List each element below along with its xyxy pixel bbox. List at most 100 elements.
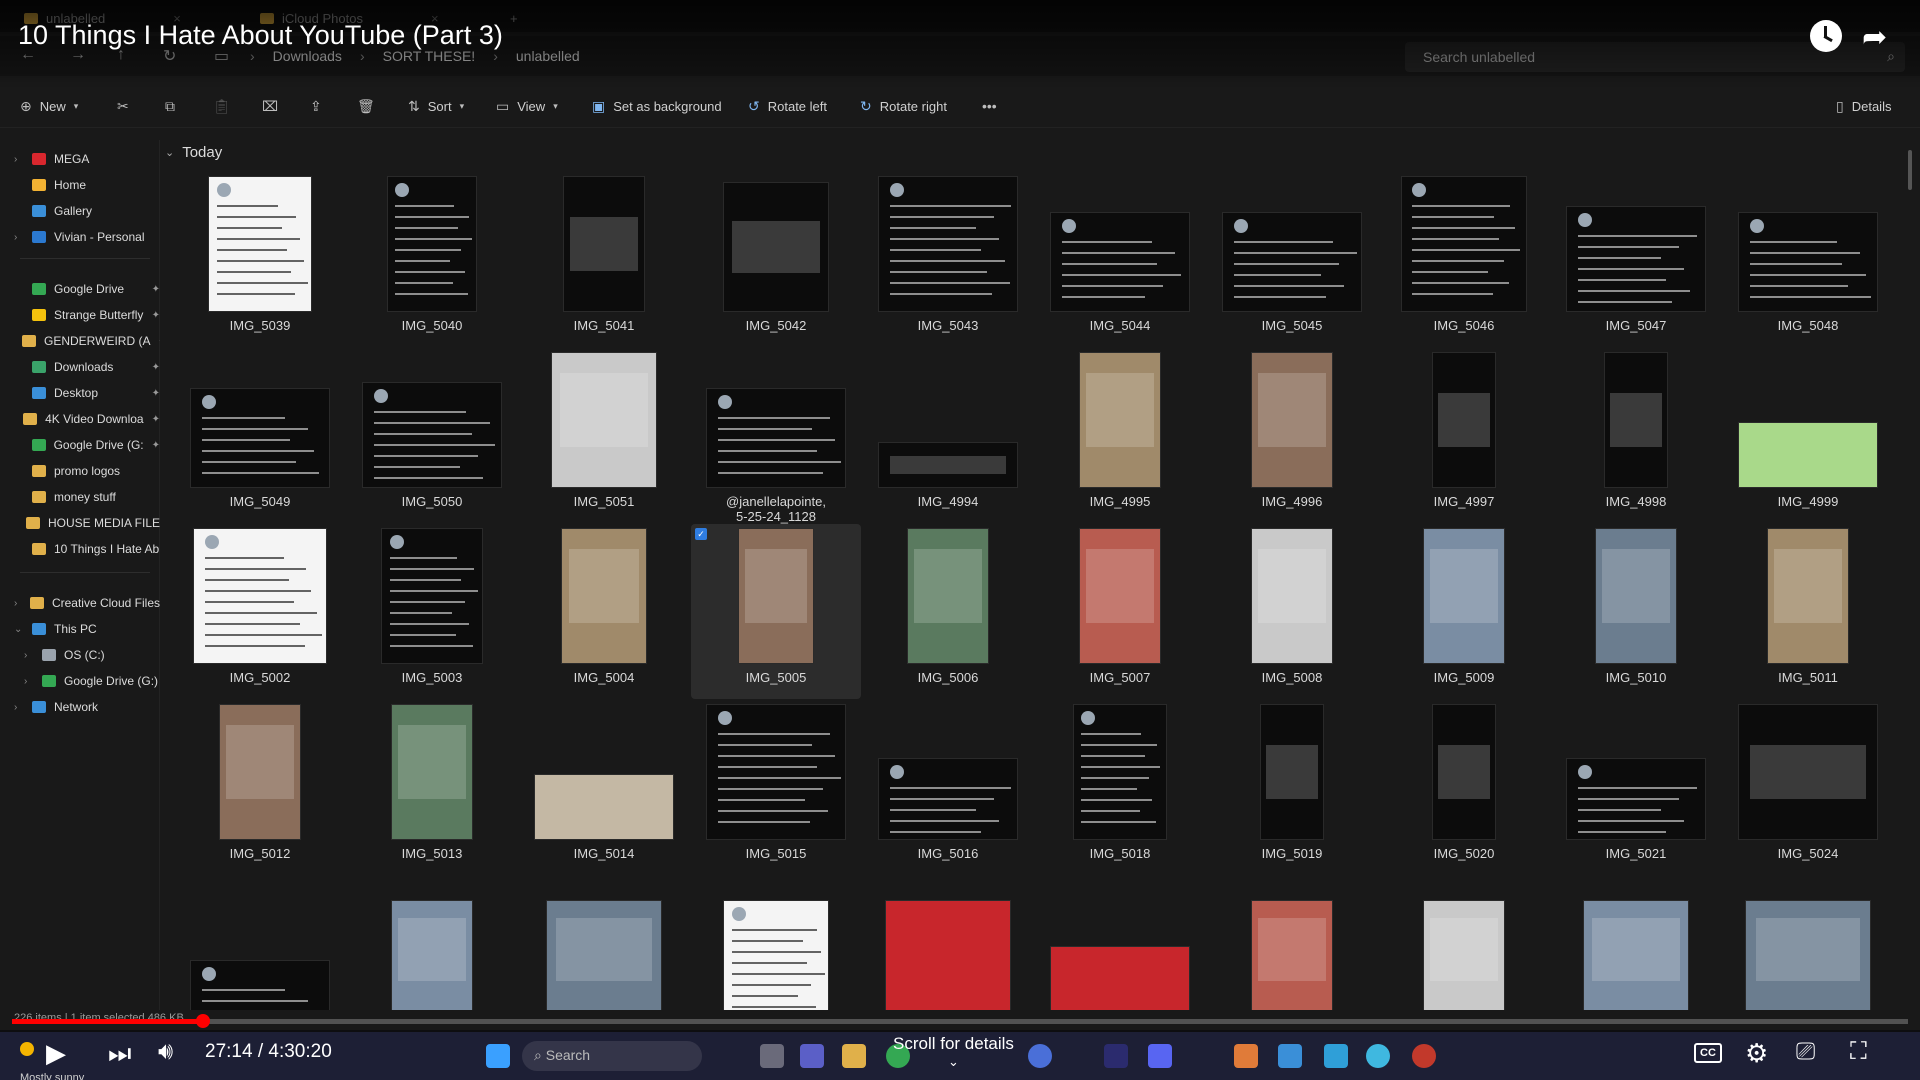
sort-button[interactable]: ⇅ Sort ▾: [408, 98, 464, 115]
file-thumbnail[interactable]: [863, 876, 1033, 1010]
sidebar-item[interactable]: › Network: [14, 696, 160, 718]
paste-button[interactable]: 📋︎: [213, 98, 231, 115]
file-thumbnail[interactable]: IMG_4994: [863, 348, 1033, 523]
file-thumbnail[interactable]: @janellelapointe, 5-25-24_1128: [691, 348, 861, 524]
file-thumbnail[interactable]: IMG_4999: [1723, 348, 1893, 523]
rotate-right-button[interactable]: ↻ Rotate right: [860, 98, 947, 115]
scroll-for-details[interactable]: Scroll for details ⌄: [893, 1034, 1014, 1070]
file-thumbnail[interactable]: IMG_5015: [691, 700, 861, 875]
file-thumbnail[interactable]: [1035, 876, 1205, 1010]
vertical-scrollbar[interactable]: [1908, 150, 1912, 190]
file-thumbnail[interactable]: IMG_5051: [519, 348, 689, 523]
copy-button[interactable]: ⧉: [165, 98, 175, 115]
file-thumbnail[interactable]: IMG_5003: [347, 524, 517, 699]
file-thumbnail[interactable]: IMG_5042: [691, 172, 861, 347]
rename-button[interactable]: ⌧: [262, 98, 278, 115]
app-icon[interactable]: [1412, 1044, 1436, 1068]
calculator-icon[interactable]: [1324, 1044, 1348, 1068]
sidebar-item[interactable]: › Vivian - Personal: [14, 226, 160, 248]
chevron-right-icon[interactable]: ›: [14, 154, 24, 165]
file-thumbnail[interactable]: IMG_5039: [175, 172, 345, 347]
file-thumbnail[interactable]: IMG_5045: [1207, 172, 1377, 347]
sidebar-item[interactable]: › MEGA: [14, 148, 160, 170]
file-thumbnail[interactable]: IMG_5044: [1035, 172, 1205, 347]
file-thumbnail[interactable]: IMG_5018: [1035, 700, 1205, 875]
exit-fullscreen-icon[interactable]: ⛶: [1850, 1038, 1867, 1066]
chevron-right-icon[interactable]: ›: [24, 650, 34, 661]
taskbar-search[interactable]: ⌕ Search: [522, 1041, 702, 1071]
cast-icon[interactable]: ⎚: [1796, 1038, 1815, 1066]
file-thumbnail[interactable]: [1379, 876, 1549, 1010]
file-thumbnail[interactable]: IMG_5041: [519, 172, 689, 347]
file-thumbnail[interactable]: IMG_5040: [347, 172, 517, 347]
windows-start-icon[interactable]: [486, 1044, 510, 1068]
file-thumbnail[interactable]: IMG_5002: [175, 524, 345, 699]
cut-button[interactable]: ✂: [117, 98, 129, 115]
video-title[interactable]: 10 Things I Hate About YouTube (Part 3): [18, 20, 503, 51]
app-icon[interactable]: [1234, 1044, 1258, 1068]
sidebar-item[interactable]: › OS (C:): [24, 644, 170, 666]
file-thumbnail[interactable]: IMG_5024: [1723, 700, 1893, 875]
teams-icon[interactable]: [800, 1044, 824, 1068]
file-thumbnail[interactable]: ✓ IMG_5005: [691, 524, 861, 699]
sidebar-item[interactable]: Desktop ✦: [14, 382, 160, 404]
set-background-button[interactable]: ▣ Set as background: [592, 98, 722, 115]
notepad-icon[interactable]: [1278, 1044, 1302, 1068]
file-thumbnail[interactable]: IMG_5006: [863, 524, 1033, 699]
file-thumbnail[interactable]: IMG_5012: [175, 700, 345, 875]
new-button[interactable]: ⊕ New ▾: [20, 98, 78, 115]
file-thumbnail[interactable]: IMG_5020: [1379, 700, 1549, 875]
sidebar-item[interactable]: 10 Things I Hate Ab: [14, 538, 160, 560]
closed-captions-icon[interactable]: CC: [1694, 1043, 1722, 1063]
sidebar-item[interactable]: Downloads ✦: [14, 356, 160, 378]
file-thumbnail[interactable]: IMG_5019: [1207, 700, 1377, 875]
share-button[interactable]: ⇪: [310, 98, 322, 115]
file-thumbnail[interactable]: [519, 876, 689, 1010]
new-tab-button[interactable]: +: [500, 6, 528, 30]
file-thumbnail[interactable]: IMG_5009: [1379, 524, 1549, 699]
file-thumbnail[interactable]: IMG_5047: [1551, 172, 1721, 347]
sidebar-item[interactable]: Google Drive ✦: [14, 278, 160, 300]
view-button[interactable]: ▭ View ▾: [496, 98, 558, 115]
premiere-icon[interactable]: [1104, 1044, 1128, 1068]
details-button[interactable]: ▯ Details: [1836, 98, 1891, 115]
file-thumbnail[interactable]: IMG_5011: [1723, 524, 1893, 699]
sidebar-item[interactable]: › Creative Cloud Files: [14, 592, 160, 614]
sidebar-item[interactable]: promo logos: [14, 460, 160, 482]
chevron-right-icon[interactable]: ›: [14, 598, 22, 609]
file-thumbnail[interactable]: IMG_5049: [175, 348, 345, 523]
task-view-icon[interactable]: [760, 1044, 784, 1068]
watch-later-icon[interactable]: [1810, 20, 1842, 52]
app-icon[interactable]: [1366, 1044, 1390, 1068]
file-thumbnail[interactable]: [1723, 876, 1893, 1010]
chevron-right-icon[interactable]: ›: [24, 676, 34, 687]
chevron-right-icon[interactable]: ›: [14, 232, 24, 243]
file-thumbnail[interactable]: [691, 876, 861, 1010]
sidebar-item[interactable]: ⌄ This PC: [14, 618, 160, 640]
file-thumbnail[interactable]: IMG_5050: [347, 348, 517, 523]
chevron-right-icon[interactable]: ›: [14, 702, 24, 713]
breadcrumb-unlabelled[interactable]: unlabelled: [516, 48, 580, 64]
chevron-down-icon[interactable]: ⌄: [14, 624, 24, 635]
file-thumbnail[interactable]: IMG_5010: [1551, 524, 1721, 699]
file-thumbnail[interactable]: IMG_4995: [1035, 348, 1205, 523]
next-icon[interactable]: ⏭: [108, 1038, 131, 1070]
settings-gear-icon[interactable]: ⚙: [1745, 1038, 1768, 1069]
file-thumbnail[interactable]: IMG_4997: [1379, 348, 1549, 523]
file-thumbnail[interactable]: IMG_5014: [519, 700, 689, 875]
sidebar-item[interactable]: 4K Video Downloa ✦: [14, 408, 160, 430]
file-thumbnail[interactable]: [1551, 876, 1721, 1010]
sidebar-item[interactable]: money stuff: [14, 486, 160, 508]
play-icon[interactable]: ▶: [46, 1038, 66, 1069]
sidebar-item[interactable]: Home: [14, 174, 160, 196]
file-thumbnail[interactable]: IMG_4998: [1551, 348, 1721, 523]
sidebar-item[interactable]: › Google Drive (G:): [24, 670, 170, 692]
progress-bar[interactable]: [12, 1019, 1908, 1024]
file-thumbnail[interactable]: [1207, 876, 1377, 1010]
sidebar-item[interactable]: HOUSE MEDIA FILE: [14, 512, 160, 534]
edge-icon[interactable]: [1028, 1044, 1052, 1068]
file-thumbnail[interactable]: IMG_5043: [863, 172, 1033, 347]
file-thumbnail[interactable]: IMG_5016: [863, 700, 1033, 875]
file-thumbnail[interactable]: IMG_5048: [1723, 172, 1893, 347]
file-thumbnail[interactable]: IMG_5007: [1035, 524, 1205, 699]
